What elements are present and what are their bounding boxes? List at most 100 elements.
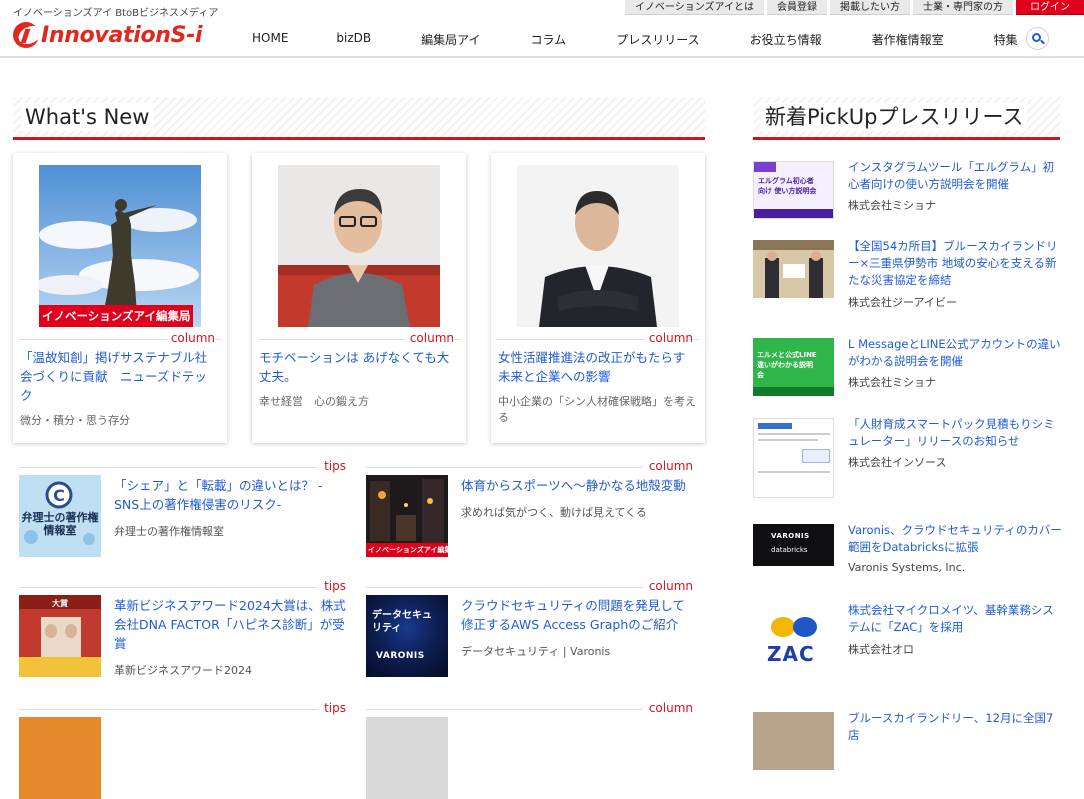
pr-title[interactable]: Varonis、クラウドセキュリティのカバー範囲をDatabricksに拡張 bbox=[848, 522, 1063, 556]
pr-company: 株式会社オロ bbox=[848, 643, 914, 656]
thumb-caption: エルメと公式LINE 違いがわかる説明会 bbox=[757, 351, 817, 379]
item-title[interactable]: 体育からスポーツへ〜静かなる地殻変動 bbox=[461, 476, 696, 495]
pr-title[interactable]: 株式会社マイクロメイツ、基幹業務システムに「ZAC」を採用 bbox=[848, 602, 1063, 636]
databricks-logo: databricks bbox=[771, 546, 808, 554]
security-thumbnail: データセキュリティ VARONIS bbox=[366, 595, 448, 677]
article-card[interactable]: イノベーションズアイ編集局 column 「温故知創」掲げサステナブル社会づくり… bbox=[13, 153, 227, 443]
whats-new-title: What's New bbox=[21, 103, 154, 131]
article-thumbnail bbox=[366, 717, 448, 799]
press-release-item[interactable]: エルメと公式LINE 違いがわかる説明会 L MessageとLINE公式アカウ… bbox=[753, 336, 1063, 408]
topbar-experts-link[interactable]: 士業・専門家の方 bbox=[913, 0, 1013, 15]
portrait-thumbnail bbox=[517, 165, 679, 327]
press-release-item[interactable]: 「人財育成スマートパック見積もりシミュレーター」リリースのお知らせ 株式会社イン… bbox=[753, 416, 1063, 498]
item-subtitle: データセキュリティ | Varonis bbox=[461, 645, 611, 658]
pr-title[interactable]: 「人財育成スマートパック見積もりシミュレーター」リリースのお知らせ bbox=[848, 416, 1063, 450]
category-label: column bbox=[642, 701, 696, 715]
thumb-caption: エルグラム初心者向け 使い方説明会 bbox=[758, 177, 817, 195]
list-item[interactable]: column データセキュリティ VARONIS クラウドセキュリティの問題を発… bbox=[366, 579, 696, 677]
press-release-item[interactable]: 【全国54カ所目】ブルースカイランドリー×三重県伊勢市 地域の安心を支える新たな… bbox=[753, 238, 1063, 310]
article-card[interactable]: column 女性活躍推進法の改正がもたらす未来と企業への影響 中小企業の「シン… bbox=[491, 153, 705, 443]
pr-company: Varonis Systems, Inc. bbox=[848, 561, 966, 574]
seminar-thumbnail: エルグラム初心者向け 使い方説明会 bbox=[753, 161, 834, 219]
site-logo[interactable]: InnovationS-i bbox=[13, 22, 203, 48]
nav-press-release[interactable]: プレスリリース bbox=[616, 31, 699, 48]
list-item[interactable]: tips bbox=[19, 701, 349, 799]
nav-bizdb[interactable]: bizDB bbox=[336, 31, 371, 48]
editorial-label: イノベーションズアイ編集局 bbox=[366, 543, 448, 557]
top-utility-bar: イノベーションズアイとは 会員登録 掲載したい方 士業・専門家の方 ログイン bbox=[622, 0, 1084, 15]
whats-new-heading: What's New bbox=[13, 97, 705, 140]
logo-mark-icon bbox=[13, 22, 39, 48]
card-title[interactable]: 「温故知創」掲げサステナブル社会づくりに貢献 ニューズドテック bbox=[20, 348, 219, 405]
press-release-item[interactable]: VARONIS databricks Varonis、クラウドセキュリティのカバ… bbox=[753, 522, 1063, 594]
category-label: tips bbox=[318, 459, 349, 473]
night-street-thumbnail: イノベーションズアイ編集局 bbox=[366, 475, 448, 557]
nav-editorial[interactable]: 編集局アイ bbox=[421, 31, 480, 48]
list-item[interactable]: tips 大賞 革新ビジネスアワード2024大賞は、株式会社DNA FACTOR… bbox=[19, 579, 349, 677]
item-subtitle: 求めれば気がつく、動けば見えてくる bbox=[461, 506, 647, 519]
varonis-thumbnail: VARONIS databricks bbox=[753, 524, 834, 566]
nav-column[interactable]: コラム bbox=[531, 31, 567, 48]
pr-title[interactable]: L MessageとLINE公式アカウントの違いがわかる説明会を開催 bbox=[848, 336, 1063, 370]
item-title[interactable]: 「シェア」と「転載」の違いとは？ - SNS上の著作権侵害のリスク- bbox=[114, 476, 349, 514]
copyright-thumbnail: C 弁理士の著作権情報室 bbox=[19, 475, 101, 557]
list-item[interactable]: column bbox=[366, 701, 696, 799]
thumb-caption: 弁理士の著作権情報室 bbox=[21, 511, 99, 537]
article-thumbnail bbox=[19, 717, 101, 799]
nav-useful-info[interactable]: お役立ち情報 bbox=[750, 31, 822, 48]
nav-home[interactable]: HOME bbox=[252, 31, 288, 48]
simulator-thumbnail bbox=[753, 418, 834, 498]
statue-thumbnail: イノベーションズアイ編集局 bbox=[39, 165, 201, 327]
zac-logo-thumbnail: ZAC bbox=[753, 604, 834, 674]
thumb-caption: データセキュリティ bbox=[372, 610, 432, 634]
zac-logo-text: ZAC bbox=[767, 642, 815, 666]
category-label: tips bbox=[318, 579, 349, 593]
press-release-item[interactable]: エルグラム初心者向け 使い方説明会 インスタグラムツール「エルグラム」初心者向け… bbox=[753, 159, 1063, 231]
press-release-item[interactable]: ブルースカイランドリー、12月に全国7店 bbox=[753, 710, 1063, 782]
item-title[interactable]: 革新ビジネスアワード2024大賞は、株式会社DNA FACTOR「ハピネス診断」… bbox=[114, 596, 349, 653]
article-card[interactable]: column モチベーションは あげなくても大丈夫。 幸せ経営 心の鍛え方 bbox=[252, 153, 466, 443]
pr-company: 株式会社ミショナ bbox=[848, 199, 936, 212]
pr-title[interactable]: インスタグラムツール「エルグラム」初心者向けの使い方説明会を開催 bbox=[848, 159, 1063, 193]
search-button[interactable] bbox=[1026, 27, 1049, 50]
pr-company: 株式会社ミショナ bbox=[848, 376, 936, 389]
nav-feature[interactable]: 特集 bbox=[994, 31, 1018, 48]
nav-copyright[interactable]: 著作権情報室 bbox=[872, 31, 944, 48]
category-label: column bbox=[166, 331, 215, 345]
laundry-thumbnail bbox=[753, 712, 834, 770]
list-item[interactable]: tips C 弁理士の著作権情報室 「シェア」と「転載」の違いとは？ - SNS… bbox=[19, 459, 349, 557]
card-subtitle: 微分・積分・思う存分 bbox=[20, 414, 130, 427]
category-label: column bbox=[644, 331, 693, 345]
item-subtitle: 革新ビジネスアワード2024 bbox=[114, 664, 252, 677]
category-label: column bbox=[642, 459, 696, 473]
topbar-register-link[interactable]: 会員登録 bbox=[767, 0, 827, 15]
item-title[interactable]: クラウドセキュリティの問題を発見して修正するAWS Access Graphのご… bbox=[461, 596, 696, 634]
pickup-title: 新着PickUpプレスリリース bbox=[761, 103, 1028, 131]
category-label: column bbox=[405, 331, 454, 345]
card-subtitle: 幸せ経営 心の鍛え方 bbox=[259, 395, 369, 408]
card-title[interactable]: モチベーションは あげなくても大丈夫。 bbox=[259, 348, 458, 386]
site-tagline: イノベーションズアイ BtoBビジネスメディア bbox=[13, 8, 219, 19]
topbar-post-link[interactable]: 掲載したい方 bbox=[830, 0, 910, 15]
svg-text:C: C bbox=[53, 486, 65, 505]
varonis-logo: VARONIS bbox=[376, 651, 425, 661]
card-title[interactable]: 女性活躍推進法の改正がもたらす未来と企業への影響 bbox=[498, 348, 697, 386]
category-label: tips bbox=[318, 701, 349, 715]
varonis-logo: VARONIS bbox=[771, 532, 810, 540]
topbar-login-button[interactable]: ログイン bbox=[1016, 0, 1084, 15]
logo-text: InnovationS-i bbox=[41, 22, 203, 48]
pr-company: 株式会社インソース bbox=[848, 456, 947, 469]
editorial-label: イノベーションズアイ編集局 bbox=[39, 305, 194, 327]
list-item[interactable]: column イノベーションズアイ編集局 体育からスポーツへ〜静かなる地殻変動 … bbox=[366, 459, 696, 557]
press-release-item[interactable]: ZAC 株式会社マイクロメイツ、基幹業務システムに「ZAC」を採用 株式会社オロ bbox=[753, 602, 1063, 674]
pr-title[interactable]: 【全国54カ所目】ブルースカイランドリー×三重県伊勢市 地域の安心を支える新たな… bbox=[848, 238, 1063, 289]
topbar-about-link[interactable]: イノベーションズアイとは bbox=[624, 0, 764, 15]
card-subtitle: 中小企業の「シン人材確保戦略」を考える bbox=[498, 395, 696, 424]
pr-title[interactable]: ブルースカイランドリー、12月に全国7店 bbox=[848, 710, 1063, 744]
portrait-thumbnail bbox=[278, 165, 440, 327]
site-header: イノベーションズアイ BtoBビジネスメディア イノベーションズアイとは 会員登… bbox=[0, 0, 1084, 58]
item-subtitle: 弁理士の著作権情報室 bbox=[114, 525, 224, 538]
ceremony-thumbnail bbox=[753, 240, 834, 298]
award-thumbnail: 大賞 bbox=[19, 595, 101, 677]
main-nav: HOME bizDB 編集局アイ コラム プレスリリース お役立ち情報 著作権情… bbox=[232, 31, 1018, 48]
